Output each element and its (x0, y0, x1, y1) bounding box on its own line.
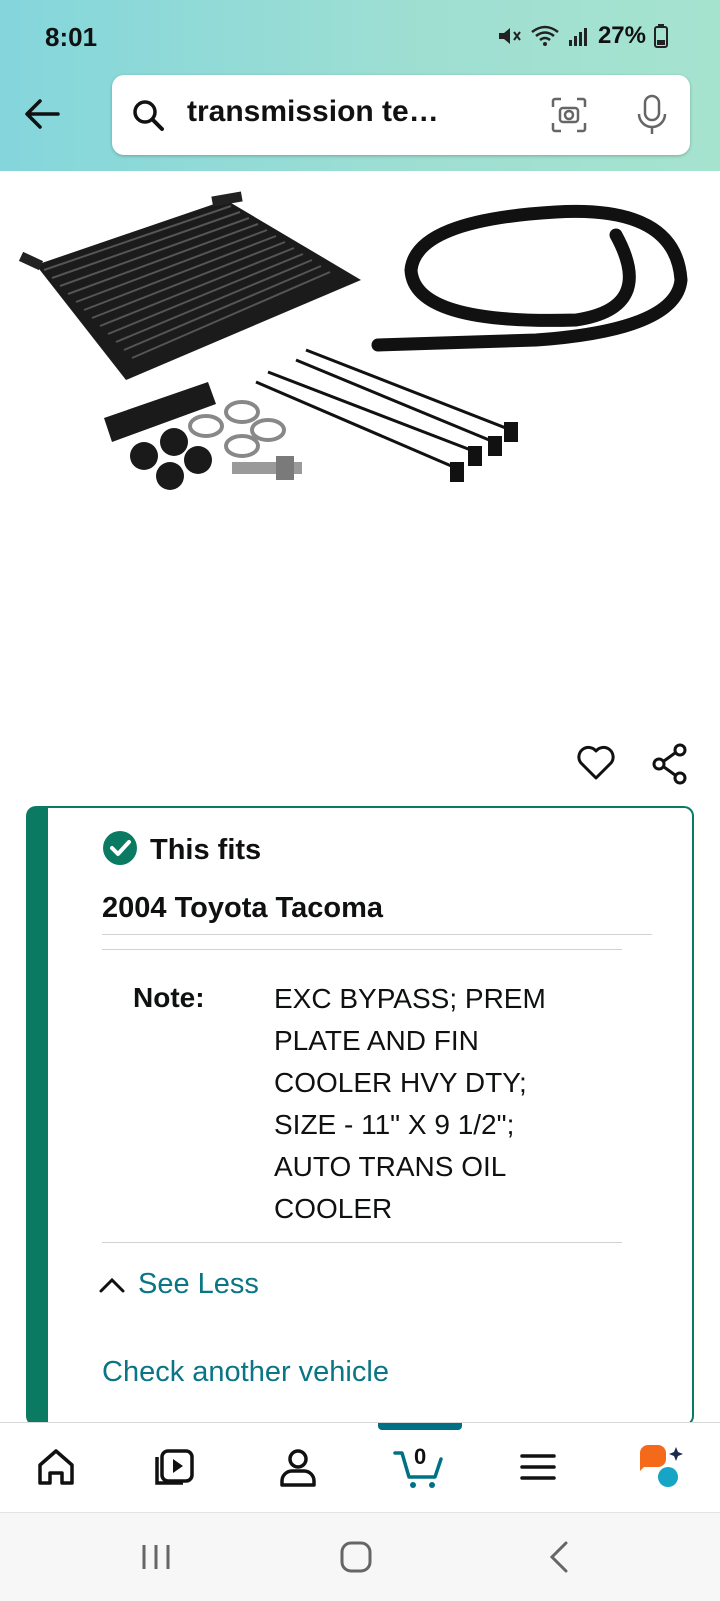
vehicle-fit-card: This fits 2004 Toyota Tacoma Note: EXC B… (26, 806, 694, 1426)
note-text: EXC BYPASS; PREM PLATE AND FIN COOLER HV… (274, 983, 546, 1224)
divider (102, 949, 622, 950)
account-icon[interactable] (274, 1443, 322, 1491)
fit-title: This fits (150, 834, 262, 866)
divider (102, 1242, 622, 1243)
vehicle-name: 2004 Toyota Tacoma (102, 892, 383, 924)
active-tab-indicator (378, 1423, 462, 1430)
heart-icon[interactable] (574, 740, 618, 784)
mic-icon[interactable] (632, 93, 672, 137)
recent-apps-icon[interactable] (136, 1537, 176, 1577)
search-input[interactable]: transmission temp g... (187, 95, 457, 129)
status-time: 8:01 (45, 22, 98, 52)
battery-icon (654, 24, 668, 48)
app-header: 8:01 27% transmission temp g... (0, 0, 720, 171)
share-icon[interactable] (650, 742, 690, 786)
note-label: Note: (133, 982, 205, 1013)
home-button-icon[interactable] (336, 1537, 376, 1577)
camera-icon[interactable] (549, 95, 589, 135)
status-icons: 27% (496, 22, 668, 50)
cart-count: 0 (414, 1444, 427, 1469)
chevron-up-icon (99, 1277, 125, 1292)
search-bar[interactable]: transmission temp g... (112, 75, 690, 155)
check-another-vehicle-link[interactable]: Check another vehicle (102, 1356, 389, 1389)
bottom-nav (0, 1422, 720, 1513)
video-icon[interactable] (152, 1443, 200, 1491)
wifi-icon (531, 25, 559, 46)
menu-icon[interactable] (514, 1443, 562, 1491)
search-icon (133, 100, 164, 131)
see-less-button[interactable]: See Less (98, 1268, 259, 1301)
back-arrow-icon[interactable] (20, 92, 64, 136)
mute-icon (498, 28, 521, 44)
signal-icon (568, 28, 587, 46)
product-image[interactable] (16, 190, 706, 510)
divider (102, 934, 652, 935)
system-nav-bar (0, 1512, 720, 1601)
home-icon[interactable] (32, 1443, 80, 1491)
battery-percent: 27% (597, 22, 646, 49)
check-icon (103, 831, 137, 865)
ai-assistant-icon[interactable] (636, 1443, 684, 1491)
back-button-icon[interactable] (540, 1537, 580, 1577)
see-less-label[interactable]: See Less (138, 1268, 259, 1301)
